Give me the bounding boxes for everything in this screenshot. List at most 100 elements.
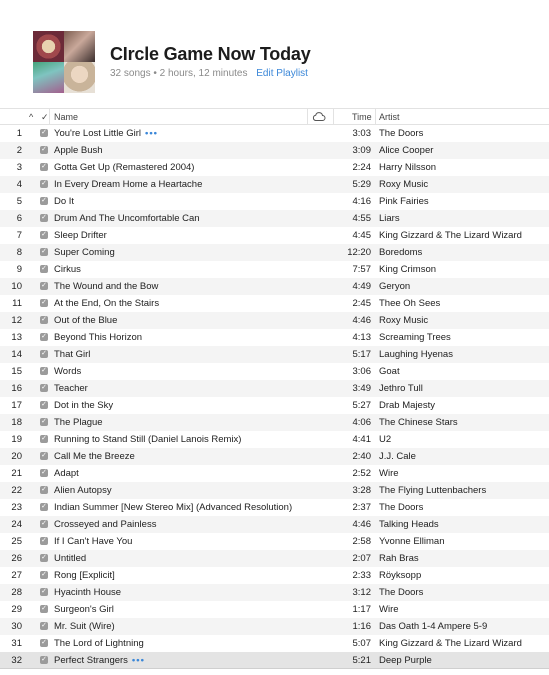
- track-artist: King Crimson: [379, 264, 437, 275]
- track-checkbox[interactable]: ✓: [40, 180, 48, 188]
- track-checkbox[interactable]: ✓: [40, 537, 48, 545]
- table-row[interactable]: 15 ✓ Words 3:06 Goat: [0, 363, 549, 380]
- table-row[interactable]: 8 ✓ Super Coming 12:20 Boredoms: [0, 244, 549, 261]
- table-row[interactable]: 26 ✓ Untitled 2:07 Rah Bras: [0, 550, 549, 567]
- track-name-text: Apple Bush: [54, 145, 103, 156]
- track-checkbox[interactable]: ✓: [40, 129, 48, 137]
- table-row[interactable]: 31 ✓ The Lord of Lightning 5:07 King Gizzard…: [0, 635, 549, 652]
- table-row[interactable]: 9 ✓ Cirkus 7:57 King Crimson: [0, 261, 549, 278]
- track-checkbox[interactable]: ✓: [40, 367, 48, 375]
- table-row[interactable]: 22 ✓ Alien Autopsy 3:28 The Flying Luttenbac…: [0, 482, 549, 499]
- track-checkbox[interactable]: ✓: [40, 435, 48, 443]
- table-row[interactable]: 4 ✓ In Every Dream Home a Heartache 5:29 Rox…: [0, 176, 549, 193]
- track-time: 3:12: [352, 587, 372, 598]
- track-checkbox[interactable]: ✓: [40, 571, 48, 579]
- table-row[interactable]: 7 ✓ Sleep Drifter 4:45 King Gizzard & The Li…: [0, 227, 549, 244]
- album-art-1: [33, 31, 64, 62]
- track-time: 4:55: [352, 213, 372, 224]
- playlist-artwork[interactable]: [33, 31, 95, 93]
- track-checkbox[interactable]: ✓: [40, 452, 48, 460]
- track-checkbox[interactable]: ✓: [40, 554, 48, 562]
- table-row[interactable]: 10 ✓ The Wound and the Bow 4:49 Geryon: [0, 278, 549, 295]
- track-checkbox[interactable]: ✓: [40, 214, 48, 222]
- track-checkbox[interactable]: ✓: [40, 622, 48, 630]
- track-checkbox[interactable]: ✓: [40, 231, 48, 239]
- table-row[interactable]: 2 ✓ Apple Bush 3:09 Alice Cooper: [0, 142, 549, 159]
- table-row[interactable]: 24 ✓ Crosseyed and Painless 4:46 Talking Hea…: [0, 516, 549, 533]
- track-checkbox[interactable]: ✓: [40, 333, 48, 341]
- track-name-text: Cirkus: [54, 264, 81, 275]
- table-row[interactable]: 21 ✓ Adapt 2:52 Wire: [0, 465, 549, 482]
- table-row[interactable]: 17 ✓ Dot in the Sky 5:27 Drab Majesty: [0, 397, 549, 414]
- table-row[interactable]: 28 ✓ Hyacinth House 3:12 The Doors: [0, 584, 549, 601]
- table-row[interactable]: 18 ✓ The Plague 4:06 The Chinese Stars: [0, 414, 549, 431]
- track-checkbox[interactable]: ✓: [40, 503, 48, 511]
- track-checkbox[interactable]: ✓: [40, 656, 48, 664]
- edit-playlist-link[interactable]: Edit Playlist: [256, 68, 308, 79]
- table-bottom-border: [0, 668, 549, 669]
- track-checkbox[interactable]: ✓: [40, 299, 48, 307]
- table-row[interactable]: 25 ✓ If I Can't Have You 2:58 Yvonne Elliman: [0, 533, 549, 550]
- track-name: Crosseyed and Painless: [54, 519, 156, 530]
- more-options-icon[interactable]: •••: [132, 655, 145, 666]
- track-checkbox[interactable]: ✓: [40, 639, 48, 647]
- track-name-text: If I Can't Have You: [54, 536, 133, 547]
- album-art-3: [33, 62, 64, 93]
- track-number: 25: [11, 536, 22, 547]
- table-row[interactable]: 23 ✓ Indian Summer [New Stereo Mix] (Advan…: [0, 499, 549, 516]
- track-time: 3:28: [352, 485, 372, 496]
- track-checkbox[interactable]: ✓: [40, 605, 48, 613]
- track-checkbox[interactable]: ✓: [40, 401, 48, 409]
- track-checkbox[interactable]: ✓: [40, 197, 48, 205]
- column-artist[interactable]: Artist: [379, 112, 400, 122]
- more-options-icon[interactable]: •••: [145, 128, 158, 139]
- track-number: 3: [16, 162, 22, 173]
- track-checkbox[interactable]: ✓: [40, 486, 48, 494]
- track-name: The Plague: [54, 417, 103, 428]
- track-checkbox[interactable]: ✓: [40, 418, 48, 426]
- track-checkbox[interactable]: ✓: [40, 588, 48, 596]
- column-check[interactable]: ✓: [41, 112, 49, 123]
- track-artist: Goat: [379, 366, 400, 377]
- table-row[interactable]: 30 ✓ Mr. Suit (Wire) 1:16 Das Oath 1-4 Amper…: [0, 618, 549, 635]
- table-row[interactable]: 13 ✓ Beyond This Horizon 4:13 Screaming Tree…: [0, 329, 549, 346]
- track-artist: Deep Purple: [379, 655, 432, 666]
- table-row[interactable]: 12 ✓ Out of the Blue 4:46 Roxy Music: [0, 312, 549, 329]
- table-row[interactable]: 20 ✓ Call Me the Breeze 2:40 J.J. Cale: [0, 448, 549, 465]
- table-row[interactable]: 14 ✓ That Girl 5:17 Laughing Hyenas: [0, 346, 549, 363]
- table-row[interactable]: 16 ✓ Teacher 3:49 Jethro Tull: [0, 380, 549, 397]
- track-checkbox[interactable]: ✓: [40, 248, 48, 256]
- table-row[interactable]: 19 ✓ Running to Stand Still (Daniel Lanois…: [0, 431, 549, 448]
- track-time: 3:09: [352, 145, 372, 156]
- track-artist: Jethro Tull: [379, 383, 423, 394]
- track-number: 13: [11, 332, 22, 343]
- track-checkbox[interactable]: ✓: [40, 146, 48, 154]
- table-row[interactable]: 6 ✓ Drum And The Uncomfortable Can 4:55 Liar…: [0, 210, 549, 227]
- track-checkbox[interactable]: ✓: [40, 384, 48, 392]
- sort-indicator-icon[interactable]: ^: [29, 112, 33, 122]
- column-name[interactable]: Name: [54, 112, 78, 122]
- track-time: 2:52: [352, 468, 372, 479]
- cloud-icon[interactable]: [312, 111, 326, 124]
- track-checkbox[interactable]: ✓: [40, 282, 48, 290]
- table-row[interactable]: 29 ✓ Surgeon's Girl 1:17 Wire: [0, 601, 549, 618]
- track-checkbox[interactable]: ✓: [40, 520, 48, 528]
- table-row[interactable]: 3 ✓ Gotta Get Up (Remastered 2004) 2:24 Harr…: [0, 159, 549, 176]
- track-number: 27: [11, 570, 22, 581]
- track-checkbox[interactable]: ✓: [40, 265, 48, 273]
- table-row[interactable]: 1 ✓ You're Lost Little Girl ••• 3:03 The Door…: [0, 125, 549, 142]
- track-name-text: Untitled: [54, 553, 87, 564]
- table-row[interactable]: 32 ✓ Perfect Strangers ••• 5:21 Deep Purple: [0, 652, 549, 669]
- table-row[interactable]: 5 ✓ Do It 4:16 Pink Fairies: [0, 193, 549, 210]
- playlist-title: CIrcle Game Now Today: [110, 44, 311, 64]
- track-artist: Pink Fairies: [379, 196, 429, 207]
- track-checkbox[interactable]: ✓: [40, 350, 48, 358]
- track-checkbox[interactable]: ✓: [40, 316, 48, 324]
- track-artist: Screaming Trees: [379, 332, 451, 343]
- table-row[interactable]: 27 ✓ Rong [Explicit] 2:33 Röyksopp: [0, 567, 549, 584]
- table-row[interactable]: 11 ✓ At the End, On the Stairs 2:45 Thee Oh …: [0, 295, 549, 312]
- column-time[interactable]: Time: [352, 112, 372, 122]
- track-checkbox[interactable]: ✓: [40, 163, 48, 171]
- track-time: 2:33: [352, 570, 372, 581]
- track-checkbox[interactable]: ✓: [40, 469, 48, 477]
